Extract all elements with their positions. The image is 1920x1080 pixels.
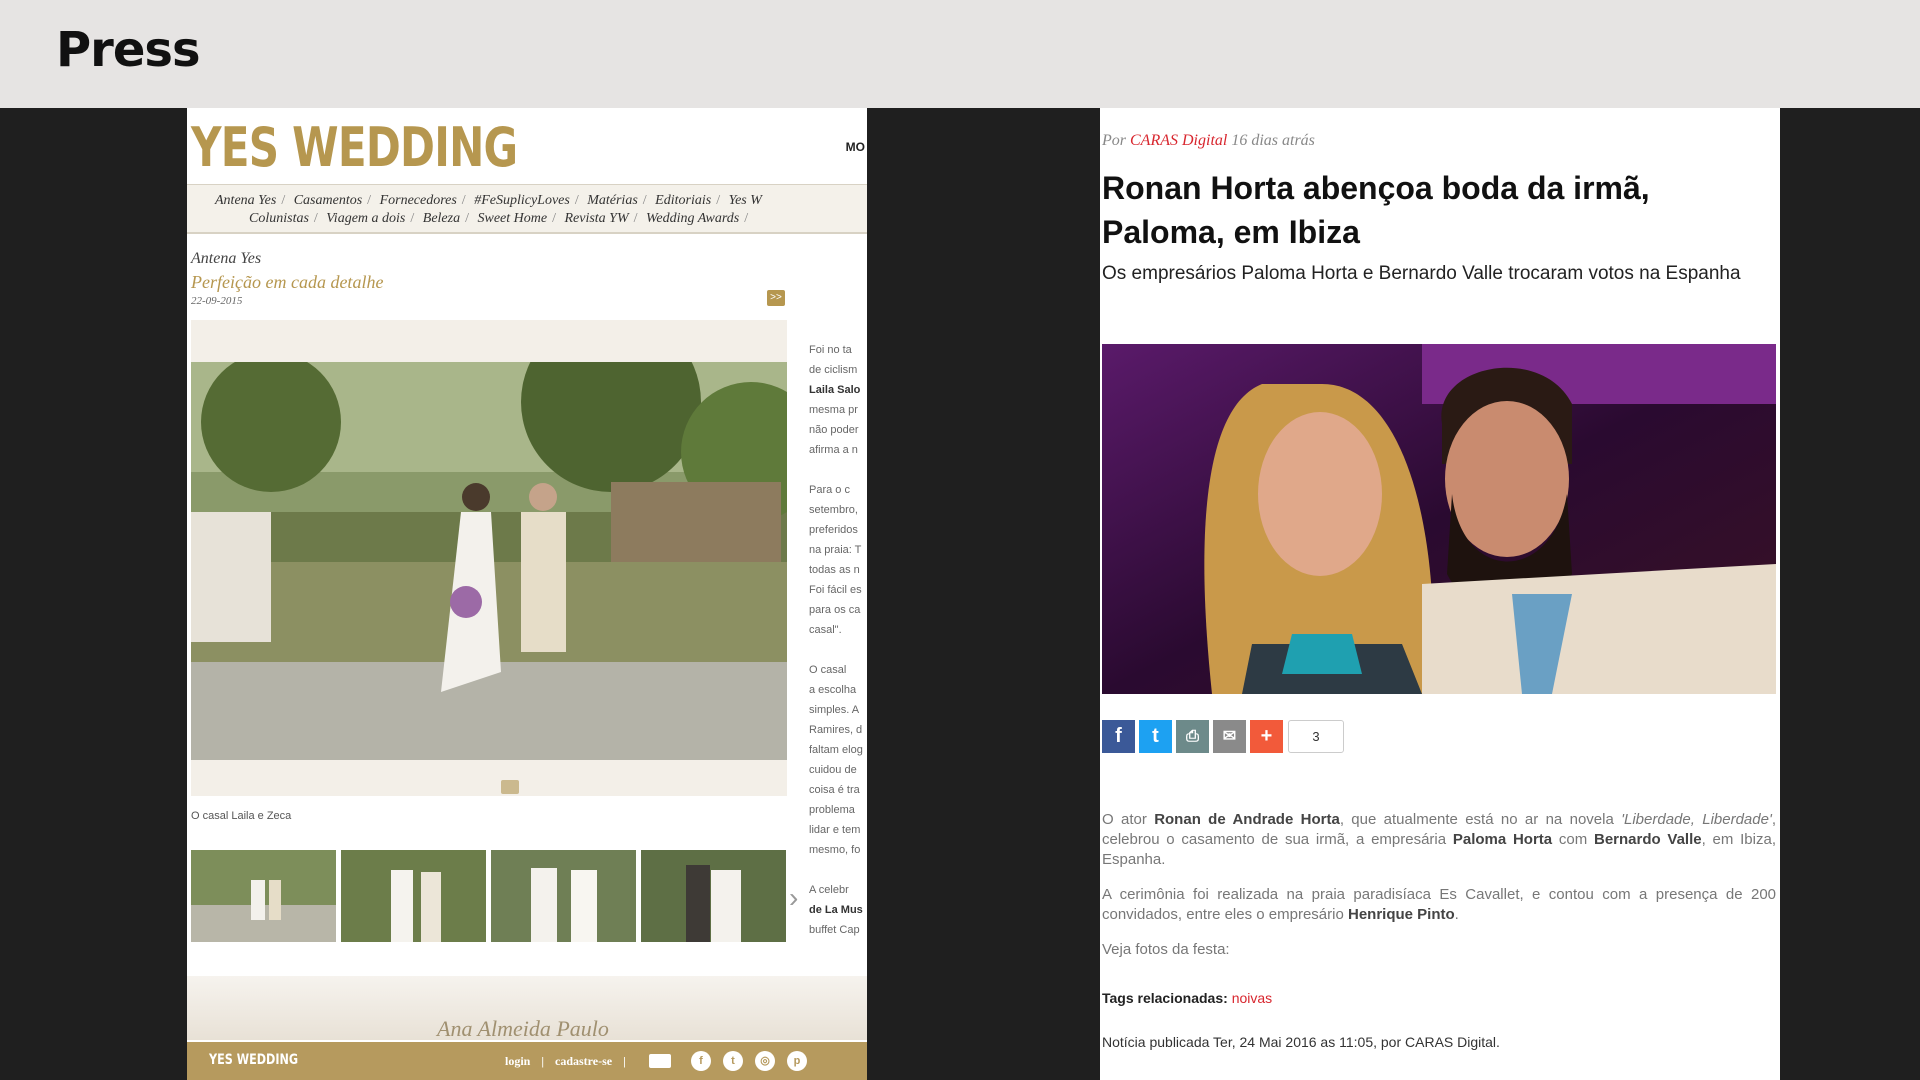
facebook-icon[interactable]: f [691, 1051, 711, 1071]
site-footer: YES WEDDING login | cadastre-se | f t ◎ … [187, 1042, 867, 1080]
time-ago: 16 dias atrás [1231, 132, 1315, 149]
twitter-share-icon[interactable]: t [1139, 720, 1172, 753]
article-date: 22-09-2015 [191, 295, 243, 307]
caras-article-screenshot: Por CARAS Digital 16 dias atrás Ronan Ho… [1100, 108, 1780, 1080]
nav-row-2: Colunistas / Viagem a dois / Beleza / Sweet… [249, 211, 749, 226]
thumbnail[interactable] [641, 850, 786, 942]
yes-wedding-logo[interactable]: YES WEDDING [191, 116, 518, 179]
nav-item[interactable]: Matérias [587, 193, 638, 208]
nav-item[interactable]: Viagem a dois [326, 211, 405, 226]
nav-item[interactable]: Sweet Home [477, 211, 547, 226]
nav-item[interactable]: Beleza [423, 211, 460, 226]
couple-photo[interactable] [1102, 344, 1776, 694]
wedding-photo-image [191, 362, 787, 760]
nav-item[interactable]: #FeSuplicyLoves [474, 193, 570, 208]
thumbnail[interactable] [491, 850, 636, 942]
nav-item[interactable]: Colunistas [249, 211, 309, 226]
advertisement-banner[interactable]: Ana Almeida Paulo [187, 976, 867, 1040]
article-byline: Por CARAS Digital 16 dias atrás [1102, 132, 1315, 149]
camera-icon[interactable] [501, 780, 519, 794]
article-headline: Ronan Horta abençoa boda da irmã, Paloma… [1102, 170, 1650, 250]
instagram-icon[interactable]: ◎ [755, 1051, 775, 1071]
article-title: Perfeição em cada detalhe [191, 272, 384, 292]
more-menu-button[interactable]: MO [846, 140, 865, 154]
nav-item[interactable]: Editoriais [655, 193, 711, 208]
thumbnail[interactable] [341, 850, 486, 942]
page-header: Press [0, 0, 1920, 108]
related-tags: Tags relacionadas: noivas [1102, 990, 1273, 1006]
paragraph: O ator Ronan de Andrade Horta, que atual… [1102, 811, 1776, 868]
share-icon[interactable]: >> [767, 290, 785, 306]
thumbnail[interactable] [191, 850, 336, 942]
yes-wedding-screenshot: YES WEDDING MO Antena Yes / Casamentos / F… [187, 108, 867, 1080]
nav-item[interactable]: Wedding Awards [646, 211, 739, 226]
article-body: O ator Ronan de Andrade Horta, que atual… [1102, 810, 1776, 975]
nav-item[interactable]: Fornecedores [380, 193, 457, 208]
wedding-main-photo[interactable] [191, 362, 787, 760]
email-icon[interactable]: ✉ [1213, 720, 1246, 753]
login-link[interactable]: login [505, 1054, 530, 1068]
nav-row-1: Antena Yes / Casamentos / Fornecedores / #F… [215, 193, 762, 208]
photo-caption: O casal Laila e Zeca [191, 810, 292, 822]
source-link[interactable]: CARAS Digital [1130, 132, 1227, 149]
article-subtitle: Os empresários Paloma Horta e Bernardo V… [1102, 263, 1741, 284]
print-icon[interactable]: ⎙ [1176, 720, 1209, 753]
chevron-right-icon[interactable]: › [789, 882, 798, 914]
nav-item[interactable]: Casamentos [294, 193, 362, 208]
share-count: 3 [1288, 720, 1344, 753]
banner-text: Ana Almeida Paulo [437, 1016, 609, 1040]
section-label[interactable]: Antena Yes [191, 250, 261, 268]
article-text-column: Foi no ta de ciclism Laila Salo mesma pr… [809, 344, 863, 936]
nav-item[interactable]: Yes W [729, 193, 762, 208]
publication-info: Notícia publicada Ter, 24 Mai 2016 as 11… [1102, 1034, 1500, 1050]
paragraph: A cerimônia foi realizada na praia parad… [1102, 886, 1776, 923]
register-link[interactable]: cadastre-se [555, 1054, 612, 1068]
twitter-icon[interactable]: t [723, 1051, 743, 1071]
gallery-thumbnails [191, 850, 786, 942]
couple-photo-image [1102, 344, 1776, 694]
facebook-share-icon[interactable]: f [1102, 720, 1135, 753]
paragraph: Veja fotos da festa: [1102, 941, 1230, 958]
footer-links: login | cadastre-se | [505, 1054, 626, 1068]
mail-icon[interactable] [649, 1054, 671, 1068]
pinterest-icon[interactable]: p [787, 1051, 807, 1071]
main-nav: Antena Yes / Casamentos / Fornecedores / #F… [187, 184, 867, 234]
plus-share-icon[interactable]: + [1250, 720, 1283, 753]
nav-item[interactable]: Antena Yes [215, 193, 276, 208]
page-title: Press [56, 22, 201, 78]
tag-link[interactable]: noivas [1232, 990, 1272, 1006]
nav-item[interactable]: Revista YW [564, 211, 628, 226]
footer-brand[interactable]: YES WEDDING [209, 1052, 298, 1068]
